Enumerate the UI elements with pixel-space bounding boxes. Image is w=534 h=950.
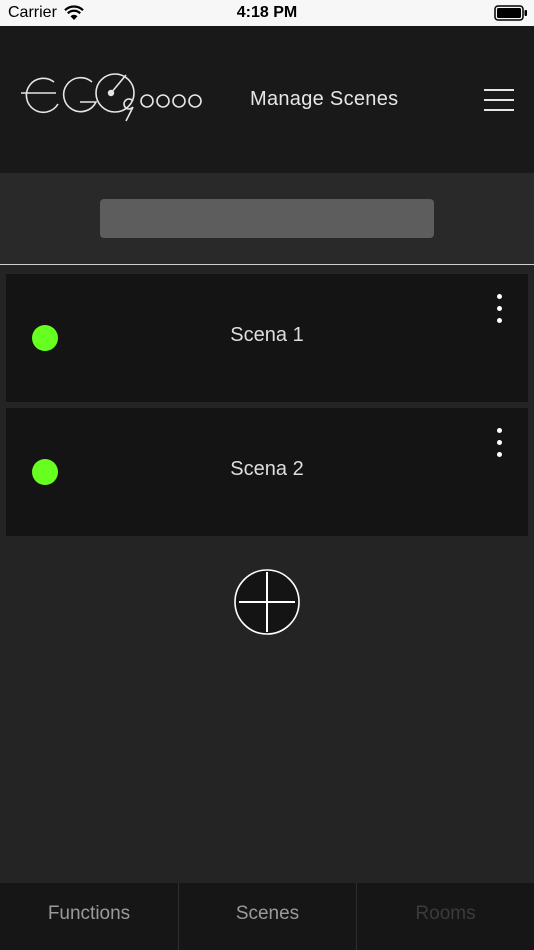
app-header: Manage Scenes (0, 26, 534, 173)
menu-line (484, 89, 514, 91)
ego-logo-icon (21, 73, 202, 122)
page-title: Manage Scenes (250, 88, 399, 110)
scene-row[interactable]: Scena 1 (6, 274, 528, 402)
scene-row[interactable]: Scena 2 (6, 408, 528, 536)
search-input[interactable] (100, 199, 434, 238)
status-time: 4:18 PM (236, 4, 298, 21)
more-options-icon[interactable] (493, 428, 505, 462)
menu-line (484, 109, 514, 111)
add-scene-button[interactable] (233, 568, 301, 636)
battery-icon (494, 5, 527, 21)
tab-scenes[interactable]: Scenes (179, 883, 357, 950)
more-options-icon[interactable] (493, 294, 505, 328)
scene-name: Scena 1 (230, 324, 304, 346)
tab-functions[interactable]: Functions (0, 883, 179, 950)
bottom-tab-bar: Functions Scenes Rooms (0, 883, 534, 950)
menu-line (484, 99, 514, 101)
divider (0, 264, 534, 265)
hamburger-menu-button[interactable] (482, 86, 516, 116)
status-bar: Carrier 4:18 PM (0, 0, 534, 26)
tab-rooms[interactable]: Rooms (357, 883, 534, 950)
scene-name: Scena 2 (230, 458, 304, 480)
search-area (0, 173, 534, 264)
